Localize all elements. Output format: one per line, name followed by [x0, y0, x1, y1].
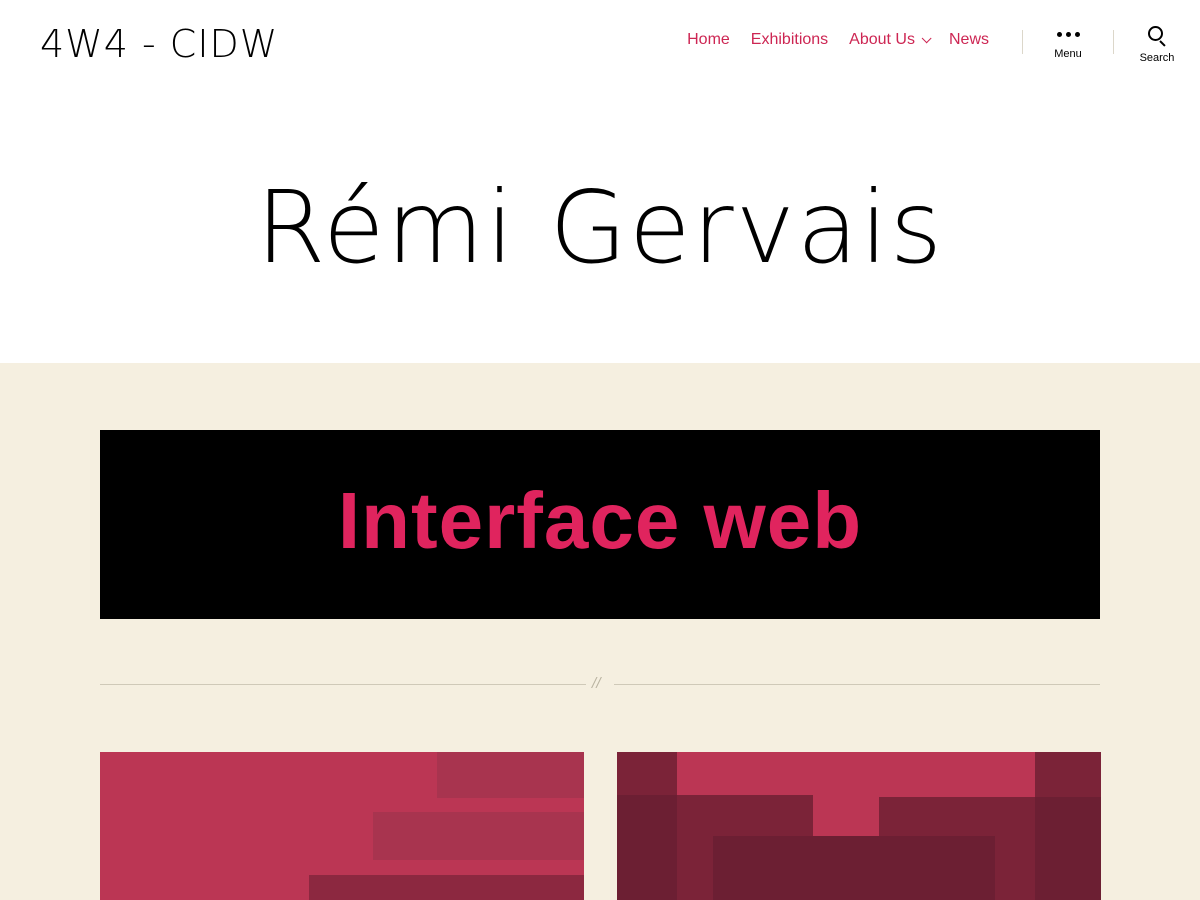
search-divider	[1113, 30, 1114, 54]
ellipsis-icon	[1033, 26, 1103, 42]
nav-exhibitions-link[interactable]: Exhibitions	[751, 31, 828, 49]
section-separator: //	[100, 676, 1100, 692]
nav-about-us-link[interactable]: About Us	[849, 31, 932, 49]
menu-toggle-label: Menu	[1054, 48, 1082, 60]
search-icon	[1147, 26, 1167, 47]
separator-slashes: //	[592, 676, 601, 691]
site-title-link[interactable]: 4W4 - CIDW	[40, 22, 278, 66]
post-thumbnail-2[interactable]	[617, 752, 1101, 900]
entry-header: Rémi Gervais	[0, 90, 1200, 363]
menu-divider	[1022, 30, 1023, 54]
nav-about-us-label: About Us	[849, 31, 915, 48]
search-toggle-label: Search	[1139, 52, 1175, 64]
post-thumbnail-1[interactable]	[100, 752, 584, 900]
page-title: Rémi Gervais	[256, 169, 944, 286]
post-content: Interface web //	[0, 363, 1200, 900]
search-toggle-button[interactable]: Search	[1122, 26, 1192, 64]
banner-text: Interface web	[337, 475, 863, 565]
primary-menu: Home Exhibitions About Us News	[687, 31, 989, 49]
menu-toggle-button[interactable]: Menu	[1033, 26, 1103, 60]
nav-home-link[interactable]: Home	[687, 31, 730, 49]
featured-banner-image: Interface web	[100, 430, 1100, 619]
chevron-down-icon	[921, 32, 932, 43]
site-header: 4W4 - CIDW Home Exhibitions About Us New…	[0, 0, 1200, 90]
nav-news-link[interactable]: News	[949, 31, 989, 49]
